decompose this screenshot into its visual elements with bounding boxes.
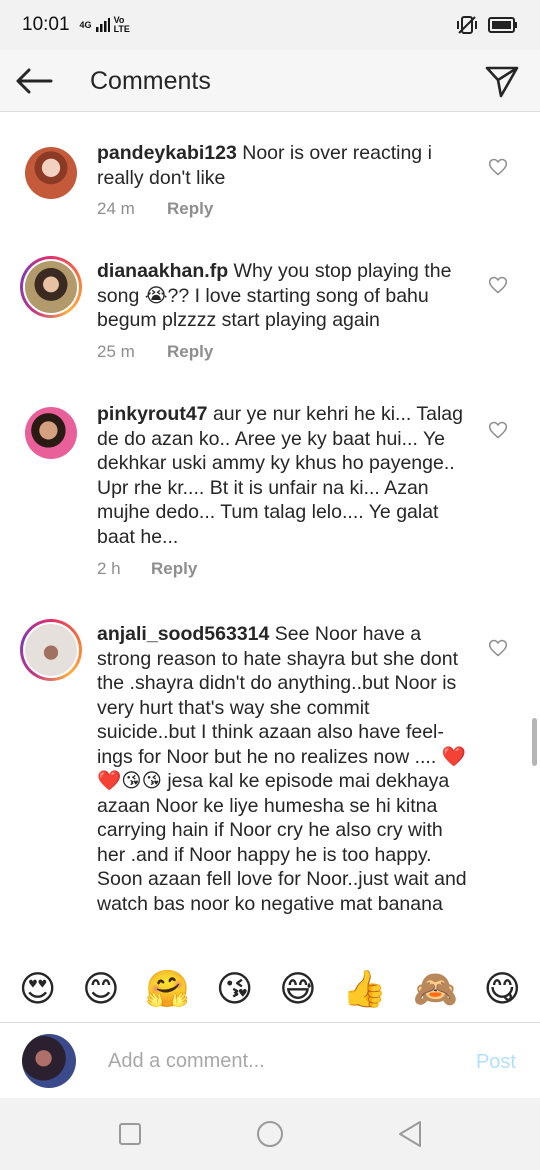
avatar[interactable] <box>20 402 82 464</box>
back-triangle-icon <box>399 1121 421 1147</box>
reply-button[interactable]: Reply <box>167 342 213 362</box>
comment-list[interactable]: pandeykabi123 Noor is over reacting i re… <box>0 113 540 956</box>
system-nav-bar <box>0 1098 540 1170</box>
comment-text: dianaakhan.fp Why you stop playing the s… <box>97 259 472 333</box>
comment-text: pinkyrout47 aur ye nur kehri he ki... Ta… <box>97 402 472 549</box>
avatar-image <box>25 624 77 676</box>
reply-button[interactable]: Reply <box>151 559 197 579</box>
network-indicator: 4G Vo LTE <box>80 16 130 34</box>
emoji-quick-bar: 😍 😊 🤗 😘 😅 👍 🙈 😋 <box>0 956 540 1022</box>
comment-text: pandeykabi123 Noor is over reacting i re… <box>97 141 472 190</box>
network-type: 4G <box>79 19 92 30</box>
direct-send-icon <box>485 66 519 98</box>
comment-meta: 25 m Reply <box>97 342 213 362</box>
comment-input[interactable] <box>108 1043 438 1079</box>
emoji-thumbs-up[interactable]: 👍 <box>342 969 387 1009</box>
comment-text: anjali_sood563314 See Noor have a strong… <box>97 622 472 916</box>
post-button[interactable]: Post <box>476 1051 516 1074</box>
recents-button[interactable] <box>115 1119 145 1149</box>
comment-username[interactable]: anjali_sood563314 <box>97 623 269 645</box>
comment-composer: Post <box>0 1022 540 1098</box>
avatar[interactable] <box>20 142 82 204</box>
heart-outline-icon[interactable] <box>488 157 508 177</box>
heart-outline-icon[interactable] <box>488 275 508 295</box>
home-circle-icon <box>257 1121 283 1147</box>
lte-label: LTE <box>113 24 130 34</box>
comment-meta: 24 m Reply <box>97 199 213 219</box>
back-button[interactable] <box>14 63 54 99</box>
direct-send-button[interactable] <box>482 59 522 103</box>
emoji-yum[interactable]: 😋 <box>484 969 522 1009</box>
status-time: 10:01 <box>22 14 70 35</box>
heart-outline-icon[interactable] <box>488 420 508 440</box>
avatar[interactable] <box>20 256 82 318</box>
reply-button[interactable]: Reply <box>167 199 213 219</box>
avatar-image <box>25 147 77 199</box>
emoji-see-no-evil[interactable]: 🙈 <box>413 969 458 1009</box>
avatar-image <box>25 407 77 459</box>
emoji-smile[interactable]: 😊 <box>82 969 120 1009</box>
emoji-heart-eyes[interactable]: 😍 <box>19 969 57 1009</box>
comment-time: 24 m <box>97 199 135 218</box>
battery-icon <box>488 17 517 33</box>
comment-time: 25 m <box>97 342 135 361</box>
recents-square-icon <box>119 1123 141 1145</box>
heart-outline-icon[interactable] <box>488 638 508 658</box>
comment-meta: 2 h Reply <box>97 559 197 579</box>
emoji-sweat-smile[interactable]: 😅 <box>279 969 317 1009</box>
avatar[interactable] <box>20 619 82 681</box>
status-bar: 10:01 4G Vo LTE <box>0 0 540 50</box>
home-button[interactable] <box>255 1119 285 1149</box>
my-avatar <box>22 1034 76 1088</box>
comment-username[interactable]: pandeykabi123 <box>97 142 237 164</box>
emoji-hug[interactable]: 🤗 <box>145 969 190 1009</box>
back-arrow-icon <box>16 68 53 94</box>
comment-username[interactable]: dianaakhan.fp <box>97 260 228 282</box>
comment-username[interactable]: pinkyrout47 <box>97 403 208 425</box>
vibrate-icon <box>457 16 477 34</box>
comment-body: See Noor have a strong reason to hate sh… <box>97 623 467 915</box>
comments-header: Comments <box>0 50 540 112</box>
comment-time: 2 h <box>97 559 121 578</box>
scrollbar-thumb[interactable] <box>532 718 537 766</box>
emoji-kiss[interactable]: 😘 <box>216 969 254 1009</box>
signal-icon <box>95 18 110 32</box>
page-title: Comments <box>90 67 211 95</box>
nav-back-button[interactable] <box>395 1119 425 1149</box>
avatar-image <box>25 261 77 313</box>
